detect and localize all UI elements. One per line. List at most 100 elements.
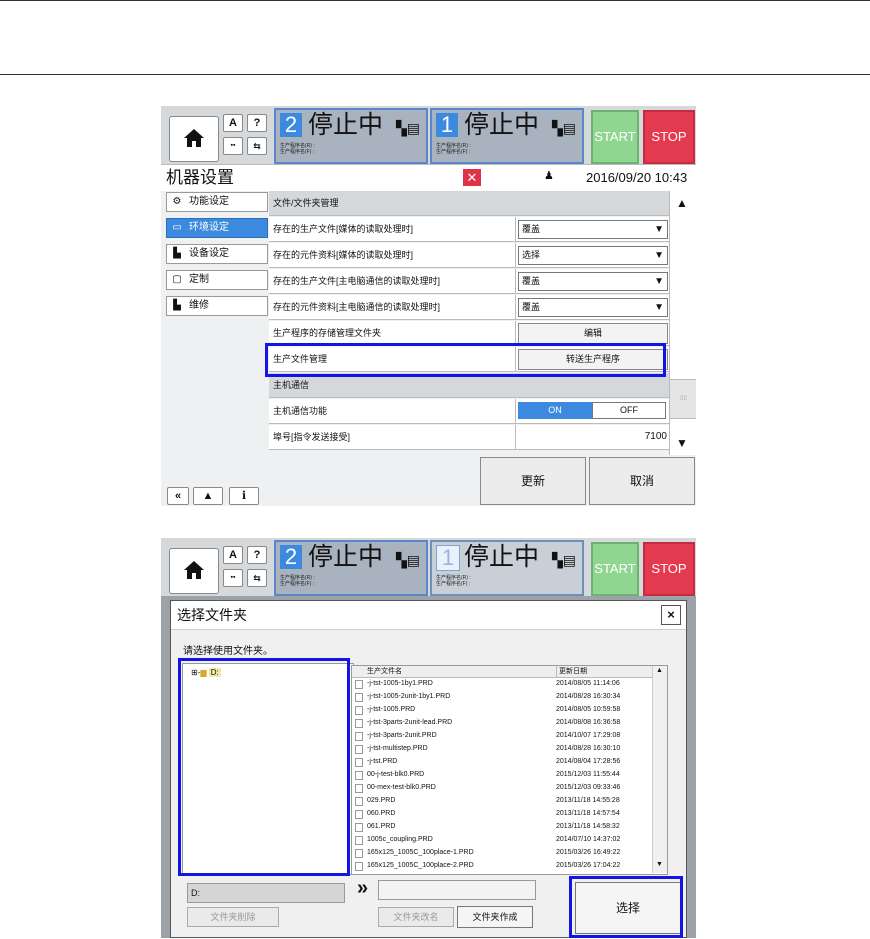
- gear-icon: ⚙: [172, 196, 182, 207]
- file-row[interactable]: 00-j-test-blk0.PRD 2015/12/03 11:55:44: [352, 769, 652, 780]
- file-row[interactable]: -j-tst-3parts-2unit-lead.PRD 2014/08/08 1…: [352, 717, 652, 728]
- update-button[interactable]: 更新: [480, 457, 586, 505]
- file-icon: [355, 719, 363, 728]
- start-button[interactable]: START: [591, 110, 639, 164]
- dialog-title: 选择文件夹: [177, 607, 247, 623]
- start-button[interactable]: START: [591, 542, 639, 596]
- home-button[interactable]: [169, 548, 219, 594]
- close-icon[interactable]: ✕: [463, 169, 481, 186]
- select-folder-dialog: 选择文件夹 × 请选择使用文件夹。 ⊞-▆ D: 生产文件名 更新日期 -j-t…: [170, 600, 687, 938]
- file-row[interactable]: 029.PRD 2013/11/18 14:55:28: [352, 795, 652, 806]
- machine-settings-screen: A ? ▪▪ ⇆ 2 停止中 ▚▤ 生产程序名(R) : 生产程序名(F) : 1…: [161, 106, 696, 506]
- stop-button[interactable]: STOP: [643, 542, 695, 596]
- overwrite-select[interactable]: 覆盖 ▼: [518, 272, 668, 291]
- delete-folder-button[interactable]: 文件夹削除: [187, 907, 279, 927]
- a-button[interactable]: A: [223, 114, 243, 132]
- tool-icon[interactable]: ⇆: [247, 569, 267, 587]
- status-header: A ? ▪▪ ⇆ 2 停止中 ▚▤ 生产程序名(R) : 生产程序名(F) : 1…: [161, 538, 696, 596]
- nav-maintenance[interactable]: ▙ 维修: [166, 296, 268, 316]
- file-date: 2015/03/26 17:04:22: [556, 862, 621, 869]
- file-row[interactable]: 00-mex-test-blk0.PRD 2015/12/03 09:33:46: [352, 782, 652, 793]
- file-row[interactable]: -j-tst-multistep.PRD 2014/08/28 16:30:10: [352, 743, 652, 754]
- scroll-thumb[interactable]: ⁞⁞⁞⁞: [670, 379, 696, 419]
- file-row[interactable]: -j-tst-1005-1by1.PRD 2014/08/05 11:14:06: [352, 678, 652, 689]
- file-name: -j-tst-3parts-2unit-lead.PRD: [367, 719, 453, 726]
- file-name: 00-j-test-blk0.PRD: [367, 771, 425, 778]
- home-icon: [184, 129, 204, 147]
- stop-button[interactable]: STOP: [643, 110, 695, 164]
- help-button[interactable]: ?: [247, 546, 267, 564]
- top-rule: [0, 0, 870, 1]
- file-icon: [355, 849, 363, 858]
- file-row[interactable]: 165x125_1005C_100place-2.PRD 2015/03/26 1…: [352, 860, 652, 871]
- wrench-icon: ▙: [173, 300, 181, 311]
- file-date: 2014/08/04 17:28:56: [556, 758, 621, 765]
- overwrite-select[interactable]: 覆盖 ▼: [518, 298, 668, 317]
- collapse-icon[interactable]: «: [167, 487, 189, 505]
- nav-custom[interactable]: ▢ 定制: [166, 270, 268, 290]
- scroll-down-icon[interactable]: ▼: [656, 861, 663, 868]
- section-header: 文件/文件夹管理: [269, 191, 669, 216]
- overwrite-select[interactable]: 覆盖 ▼: [518, 220, 668, 239]
- setting-row: 埠号[指令发送接受] 7100: [269, 425, 669, 450]
- off-toggle[interactable]: OFF: [592, 402, 666, 419]
- file-row[interactable]: 1005c_coupling.PRD 2014/07/10 14:37:02: [352, 834, 652, 845]
- title-bar: 机器设置 ✕ ♟ 2016/09/20 10:43: [161, 164, 696, 191]
- create-folder-button[interactable]: 文件夹作成: [457, 906, 533, 928]
- path-field[interactable]: D:: [187, 883, 345, 903]
- file-icon: [355, 771, 363, 780]
- cancel-button[interactable]: 取消: [589, 457, 695, 505]
- warning-icon[interactable]: ▲: [193, 487, 223, 505]
- file-list-scrollbar[interactable]: ▲ ▼: [652, 666, 667, 873]
- file-date: 2014/10/07 17:29:08: [556, 732, 621, 739]
- nav-device-settings[interactable]: ▙ 设备设定: [166, 244, 268, 264]
- a-button[interactable]: A: [223, 546, 243, 564]
- file-name: -j-tst-1005.PRD: [367, 706, 416, 713]
- scroll-up-icon[interactable]: ▲: [676, 196, 688, 210]
- overwrite-select[interactable]: 选择 ▼: [518, 246, 668, 265]
- lane-2-status[interactable]: 2 停止中 ▚▤ 生产程序名(R) : 生产程序名(F) :: [274, 108, 428, 164]
- file-row[interactable]: 061.PRD 2013/11/18 14:58:32: [352, 821, 652, 832]
- file-icon: [355, 810, 363, 819]
- file-row[interactable]: 060.PRD 2013/11/18 14:57:54: [352, 808, 652, 819]
- file-name: 060.PRD: [367, 810, 396, 817]
- file-row[interactable]: -j-tst-3parts-2unit.PRD 2014/10/07 17:29:…: [352, 730, 652, 741]
- close-icon[interactable]: ×: [661, 605, 681, 625]
- file-row[interactable]: -j-tst.PRD 2014/08/04 17:28:56: [352, 756, 652, 767]
- file-name: 1005c_coupling.PRD: [367, 836, 433, 843]
- dialog-title-bar: 选择文件夹 ×: [171, 601, 686, 630]
- file-row[interactable]: -j-tst-1005.PRD 2014/08/05 10:59:58: [352, 704, 652, 715]
- program-icon: ▚▤: [552, 120, 576, 136]
- operator-icon[interactable]: ▪▪: [223, 137, 243, 155]
- operator-icon[interactable]: ▪▪: [223, 569, 243, 587]
- file-date: 2015/03/26 16:49:22: [556, 849, 621, 856]
- select-folder-screen: A ? ▪▪ ⇆ 2 停止中 ▚▤ 生产程序名(R) : 生产程序名(F) : 1…: [161, 538, 696, 938]
- lane-state: 停止中: [464, 111, 540, 139]
- lane-1-status[interactable]: 1 停止中 ▚▤ 生产程序名(R) : 生产程序名(F) :: [430, 108, 584, 164]
- home-button[interactable]: [169, 116, 219, 162]
- on-toggle[interactable]: ON: [518, 402, 592, 419]
- lane-2-status[interactable]: 2 停止中 ▚▤ 生产程序名(R) : 生产程序名(F) :: [274, 540, 428, 596]
- file-row[interactable]: 165x125_1005C_100place-1.PRD 2015/03/26 1…: [352, 847, 652, 858]
- highlight-box: [178, 658, 350, 876]
- tool-icon[interactable]: ⇆: [247, 137, 267, 155]
- file-row[interactable]: -j-tst-1005-2unit-1by1.PRD 2014/08/28 16:…: [352, 691, 652, 702]
- edit-button[interactable]: 编辑: [518, 323, 668, 344]
- lane-state: 停止中: [464, 543, 540, 571]
- scroll-up-icon[interactable]: ▲: [656, 667, 663, 674]
- nav-environment-settings[interactable]: ▭ 环境设定: [166, 218, 268, 238]
- file-name: -j-tst-1005-1by1.PRD: [367, 680, 433, 687]
- folder-name-field[interactable]: [378, 880, 536, 900]
- info-icon[interactable]: ℹ: [229, 487, 259, 505]
- port-value[interactable]: 7100: [645, 425, 667, 449]
- lane-1-status[interactable]: 1 停止中 ▚▤ 生产程序名(R) : 生产程序名(F) :: [430, 540, 584, 596]
- vertical-scrollbar[interactable]: ▲ ⁞⁞⁞⁞ ▼: [669, 191, 696, 455]
- scroll-down-icon[interactable]: ▼: [676, 436, 688, 450]
- rename-folder-button[interactable]: 文件夹改名: [378, 907, 454, 927]
- lane-number: 1: [436, 113, 458, 137]
- file-list[interactable]: 生产文件名 更新日期 -j-tst-1005-1by1.PRD 2014/08/0…: [351, 665, 668, 875]
- nav-function-settings[interactable]: ⚙ 功能设定: [166, 192, 268, 212]
- lane-number: 1: [436, 545, 460, 571]
- help-button[interactable]: ?: [247, 114, 267, 132]
- file-date: 2015/12/03 09:33:46: [556, 784, 621, 791]
